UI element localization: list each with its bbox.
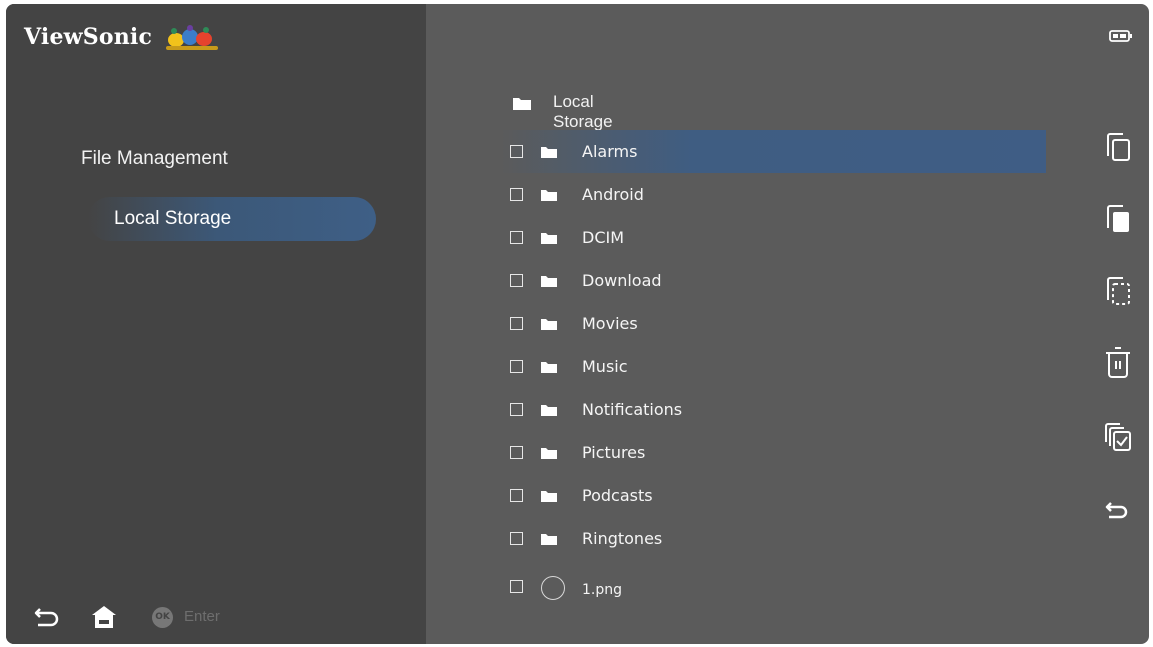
sidebar-item-local-storage[interactable]: Local Storage bbox=[88, 197, 376, 241]
item-label: Ringtones bbox=[582, 529, 663, 548]
item-checkbox[interactable] bbox=[510, 532, 523, 545]
item-checkbox[interactable] bbox=[510, 317, 523, 330]
image-file-icon bbox=[541, 576, 565, 600]
item-label: Notifications bbox=[582, 400, 683, 419]
enter-hint-label: Enter bbox=[184, 608, 220, 625]
item-checkbox[interactable] bbox=[510, 580, 523, 593]
folder-icon bbox=[541, 147, 557, 158]
copy-icon[interactable] bbox=[1103, 132, 1133, 164]
list-item[interactable]: Pictures bbox=[501, 431, 1046, 474]
folder-icon bbox=[541, 534, 557, 545]
item-checkbox[interactable] bbox=[510, 231, 523, 244]
battery-icon bbox=[1109, 30, 1132, 42]
item-label: Android bbox=[582, 185, 644, 204]
folder-icon bbox=[541, 491, 557, 502]
item-label: Movies bbox=[582, 314, 638, 333]
list-item[interactable]: Alarms bbox=[501, 130, 1046, 173]
item-label: DCIM bbox=[582, 228, 625, 247]
brand-name: ViewSonic bbox=[24, 24, 153, 50]
item-checkbox[interactable] bbox=[510, 446, 523, 459]
list-item[interactable]: Ringtones bbox=[501, 517, 1046, 560]
item-checkbox[interactable] bbox=[510, 403, 523, 416]
list-item[interactable]: Movies bbox=[501, 302, 1046, 345]
list-item[interactable]: Podcasts bbox=[501, 474, 1046, 517]
list-item[interactable]: Android bbox=[501, 173, 1046, 216]
list-item[interactable]: 1.png bbox=[501, 560, 1046, 600]
item-checkbox[interactable] bbox=[510, 489, 523, 502]
folder-icon bbox=[541, 362, 557, 373]
folder-icon bbox=[513, 98, 531, 110]
path-label: Local Storage bbox=[553, 92, 613, 131]
folder-icon bbox=[541, 190, 557, 201]
sidebar-title: File Management bbox=[81, 148, 228, 169]
file-manager-screen: ViewSonic File Management Local Storage … bbox=[6, 4, 1149, 644]
folder-icon bbox=[541, 448, 557, 459]
ok-button-icon: OK bbox=[152, 607, 173, 628]
item-label: Pictures bbox=[582, 443, 646, 462]
return-icon[interactable] bbox=[1103, 500, 1129, 522]
delete-icon[interactable] bbox=[1103, 346, 1133, 380]
item-label: Download bbox=[582, 271, 662, 290]
list-item[interactable]: Download bbox=[501, 259, 1046, 302]
home-icon[interactable] bbox=[90, 604, 118, 630]
sidebar: ViewSonic File Management Local Storage … bbox=[6, 4, 426, 644]
folder-icon bbox=[541, 233, 557, 244]
sidebar-item-label: Local Storage bbox=[114, 208, 232, 229]
folder-icon bbox=[541, 319, 557, 330]
item-checkbox[interactable] bbox=[510, 360, 523, 373]
back-icon[interactable] bbox=[34, 606, 60, 628]
item-label: Music bbox=[582, 357, 628, 376]
folder-icon bbox=[541, 276, 557, 287]
paste-icon[interactable] bbox=[1103, 204, 1133, 236]
item-checkbox[interactable] bbox=[510, 145, 523, 158]
item-label: 1.png bbox=[582, 582, 623, 598]
folder-icon bbox=[541, 405, 557, 416]
item-label: Alarms bbox=[582, 142, 638, 161]
file-list[interactable]: Alarms Android DCIM Download Movies Musi… bbox=[501, 130, 1046, 600]
list-item[interactable]: Music bbox=[501, 345, 1046, 388]
item-checkbox[interactable] bbox=[510, 274, 523, 287]
item-checkbox[interactable] bbox=[510, 188, 523, 201]
list-item[interactable]: DCIM bbox=[501, 216, 1046, 259]
list-item[interactable]: Notifications bbox=[501, 388, 1046, 431]
select-area-icon[interactable] bbox=[1103, 276, 1133, 308]
item-label: Podcasts bbox=[582, 486, 653, 505]
select-all-icon[interactable] bbox=[1103, 422, 1133, 454]
viewsonic-birds-logo bbox=[166, 25, 218, 50]
